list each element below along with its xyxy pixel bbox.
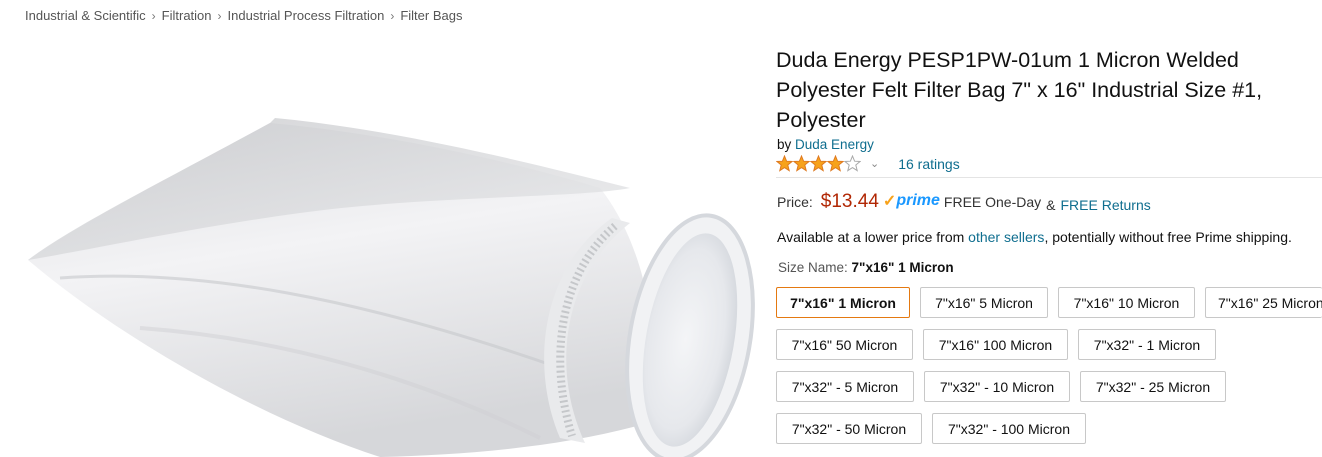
size-option-button[interactable]: 7"x16" 1 Micron — [776, 287, 910, 318]
brand-byline: by Duda Energy — [777, 137, 874, 152]
size-option-button[interactable]: 7"x16" 5 Micron — [920, 287, 1048, 318]
prime-badge[interactable]: ✓ prime — [883, 191, 940, 211]
free-one-day-label: FREE One-Day — [943, 194, 1042, 210]
breadcrumb-separator: › — [151, 8, 156, 23]
breadcrumb-link[interactable]: Industrial Process Filtration — [228, 8, 385, 23]
breadcrumb-link[interactable]: Filter Bags — [400, 8, 462, 23]
size-option-button[interactable]: 7"x32" - 10 Micron — [924, 371, 1070, 402]
rating-row: ⌄ 16 ratings — [776, 155, 960, 172]
size-option-button[interactable]: 7"x32" - 50 Micron — [776, 413, 922, 444]
prime-check-icon: ✓ — [882, 193, 897, 210]
breadcrumb: Industrial & Scientific › Filtration › I… — [25, 8, 462, 23]
breadcrumb-separator: › — [217, 8, 222, 23]
star-filled-icon — [827, 155, 844, 172]
divider — [776, 177, 1322, 178]
ratings-count-link[interactable]: 16 ratings — [898, 156, 959, 172]
star-rating[interactable] — [776, 155, 861, 172]
ampersand: & — [1046, 197, 1056, 213]
availability-suffix: , potentially without free Prime shippin… — [1044, 229, 1292, 245]
star-filled-icon — [810, 155, 827, 172]
chevron-down-icon[interactable]: ⌄ — [870, 157, 879, 170]
star-filled-icon — [793, 155, 810, 172]
brand-link[interactable]: Duda Energy — [795, 137, 874, 152]
breadcrumb-link[interactable]: Industrial & Scientific — [25, 8, 146, 23]
star-filled-icon — [776, 155, 793, 172]
price-label: Price: — [777, 194, 813, 210]
size-option-button[interactable]: 7"x32" - 1 Micron — [1078, 329, 1216, 360]
size-option-button[interactable]: 7"x32" - 25 Micron — [1080, 371, 1226, 402]
size-option-button[interactable]: 7"x16" 50 Micron — [776, 329, 913, 360]
availability-message: Available at a lower price from other se… — [777, 229, 1292, 245]
product-image[interactable] — [0, 38, 760, 457]
breadcrumb-link[interactable]: Filtration — [162, 8, 212, 23]
size-name-label: Size Name: 7"x16" 1 Micron — [778, 260, 954, 275]
size-option-button[interactable]: 7"x32" - 5 Micron — [776, 371, 914, 402]
free-returns-link[interactable]: FREE Returns — [1061, 197, 1151, 213]
other-sellers-link[interactable]: other sellers — [968, 229, 1044, 245]
availability-prefix: Available at a lower price from — [777, 229, 965, 245]
filter-bag-illustration — [28, 118, 755, 457]
price-row: Price: $13.44 ✓ prime FREE One-Day & FRE… — [777, 191, 1151, 213]
product-title: Duda Energy PESP1PW-01um 1 Micron Welded… — [776, 48, 1263, 132]
price-amount: $13.44 — [820, 191, 879, 212]
size-option-button[interactable]: 7"x16" 100 Micron — [923, 329, 1068, 360]
size-selected-value: 7"x16" 1 Micron — [851, 260, 954, 275]
size-option-button[interactable]: 7"x16" 25 Micron — [1205, 287, 1322, 318]
breadcrumb-separator: › — [390, 8, 395, 23]
star-empty-icon — [844, 155, 861, 172]
by-label: by — [777, 137, 792, 152]
prime-logo: prime — [896, 192, 940, 209]
size-option-button[interactable]: 7"x32" - 100 Micron — [932, 413, 1086, 444]
size-option-button[interactable]: 7"x16" 10 Micron — [1058, 287, 1195, 318]
size-label: Size Name: — [778, 260, 848, 275]
